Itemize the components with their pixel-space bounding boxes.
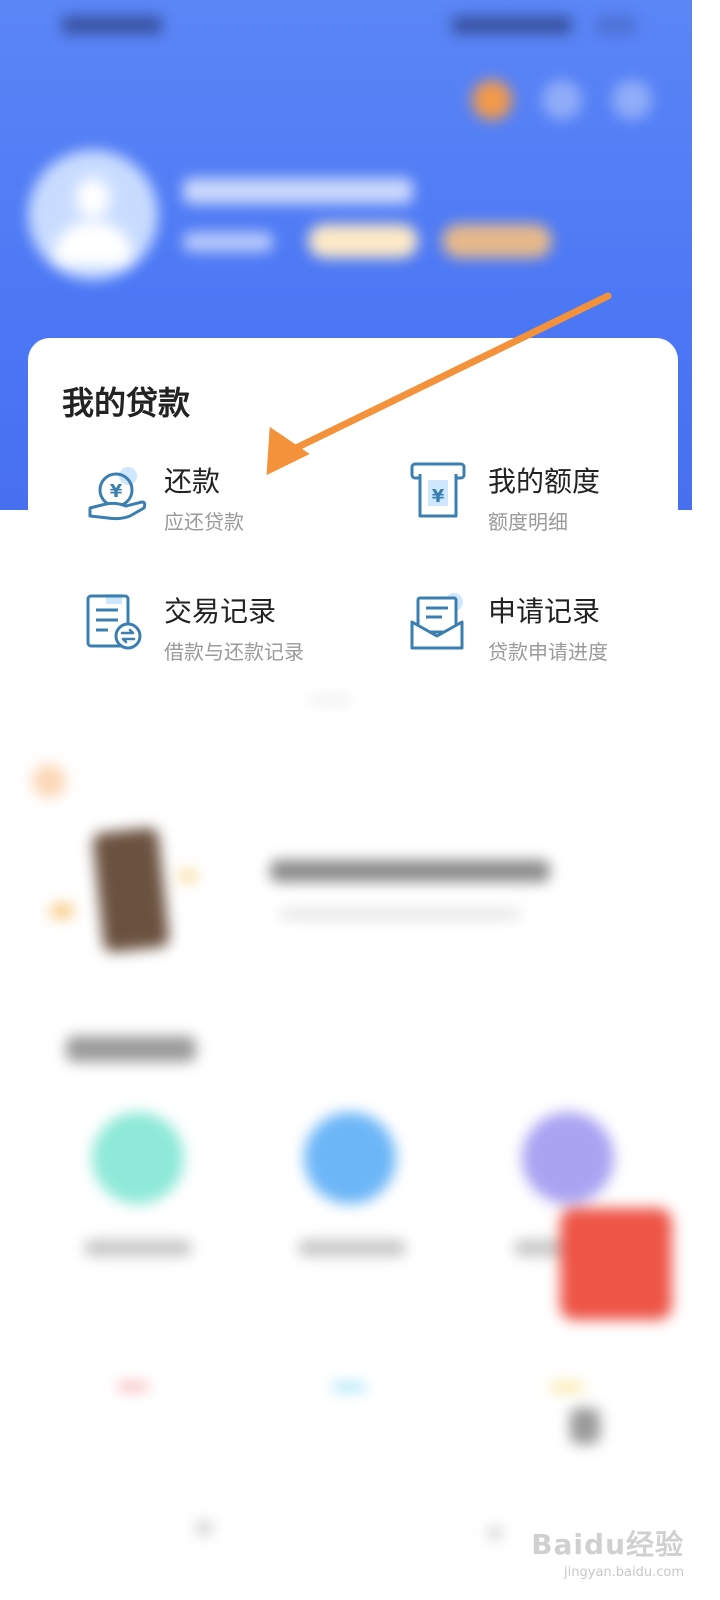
my-loans-title: 我的贷款 — [62, 384, 191, 422]
service-icon-1[interactable] — [92, 1112, 184, 1204]
tab-indicator-2 — [332, 1384, 366, 1390]
header-actions — [472, 80, 672, 124]
service-label-2 — [298, 1240, 406, 1256]
person-icon — [570, 1408, 600, 1444]
baidu-watermark: Baidu经验 jingyan.baidu.com — [531, 1523, 684, 1580]
quota-yuan-icon: ¥ — [410, 462, 474, 526]
member-badge[interactable] — [308, 224, 418, 258]
promo-subtitle — [280, 910, 520, 918]
my-loans-card: 我的贷款 ¥ 还款 应还贷款 ¥ 我的额度 额度明细 交易记录 借款与还款记录 … — [28, 338, 678, 708]
user-profile[interactable] — [28, 150, 688, 290]
svg-text:¥: ¥ — [110, 481, 123, 502]
service-icon-2[interactable] — [304, 1112, 396, 1204]
tab-indicator-3 — [550, 1384, 584, 1390]
watermark-url: jingyan.baidu.com — [564, 1565, 684, 1580]
message-icon[interactable] — [542, 80, 582, 120]
nav-mine-icon[interactable] — [488, 1526, 502, 1540]
coin-icon — [50, 904, 74, 918]
promo-title — [270, 860, 550, 882]
avatar-shoulders — [54, 222, 132, 266]
repay-title: 还款 — [164, 465, 221, 498]
gift-icon[interactable] — [472, 80, 512, 120]
signal-indicator — [62, 16, 162, 34]
promo-badge-icon — [32, 764, 66, 798]
transaction-record-icon — [86, 592, 150, 656]
transaction-record-subtitle: 借款与还款记录 — [164, 640, 304, 664]
phone-image-icon — [91, 826, 171, 954]
divider — [310, 698, 350, 702]
application-record-subtitle: 贷款申请进度 — [488, 640, 608, 664]
transaction-record-item[interactable]: 交易记录 借款与还款记录 — [86, 592, 386, 682]
application-record-item[interactable]: 申请记录 贷款申请进度 — [410, 592, 710, 682]
blurred-lower-content — [0, 698, 720, 1600]
avatar-head — [76, 178, 110, 218]
floating-red-packet-icon[interactable] — [560, 1208, 672, 1320]
settings-icon[interactable] — [612, 80, 652, 120]
watermark-brand: Baidu经验 — [531, 1528, 684, 1561]
battery-icon — [596, 16, 636, 34]
user-name — [183, 178, 413, 204]
status-icons — [452, 16, 572, 34]
service-icon-3[interactable] — [522, 1112, 614, 1204]
avatar[interactable] — [28, 150, 158, 280]
repay-subtitle: 应还贷款 — [164, 510, 244, 534]
svg-text:¥: ¥ — [432, 486, 445, 507]
repay-yuan-icon: ¥ — [86, 462, 150, 526]
section-title — [66, 1036, 196, 1062]
my-quota-item[interactable]: ¥ 我的额度 额度明细 — [410, 462, 710, 552]
repay-item[interactable]: ¥ 还款 应还贷款 — [86, 462, 386, 552]
spark-icon — [178, 870, 198, 882]
my-quota-subtitle: 额度明细 — [488, 510, 568, 534]
transaction-record-title: 交易记录 — [164, 595, 277, 628]
tab-indicator-1 — [118, 1384, 148, 1389]
status-bar — [0, 0, 692, 50]
my-quota-title: 我的额度 — [488, 465, 601, 498]
service-label-1 — [84, 1240, 192, 1256]
user-level — [183, 232, 273, 252]
application-envelope-icon — [410, 592, 474, 656]
nav-home-icon[interactable] — [196, 1520, 212, 1536]
application-record-title: 申请记录 — [488, 595, 601, 628]
vip-badge[interactable] — [442, 224, 552, 258]
